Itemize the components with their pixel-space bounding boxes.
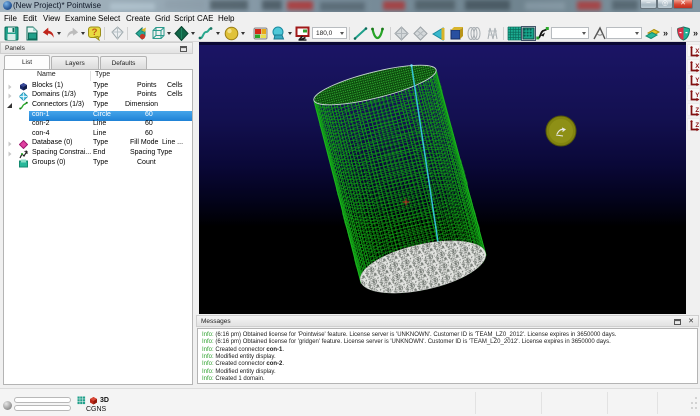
svg-text:X: X <box>695 48 700 55</box>
svg-text:Y: Y <box>695 92 700 99</box>
svg-text:Y: Y <box>695 77 700 84</box>
svg-text:X: X <box>695 63 700 70</box>
svg-text:Z: Z <box>695 122 699 129</box>
svg-text:Z: Z <box>695 107 699 114</box>
svg-text:?: ? <box>92 27 98 38</box>
